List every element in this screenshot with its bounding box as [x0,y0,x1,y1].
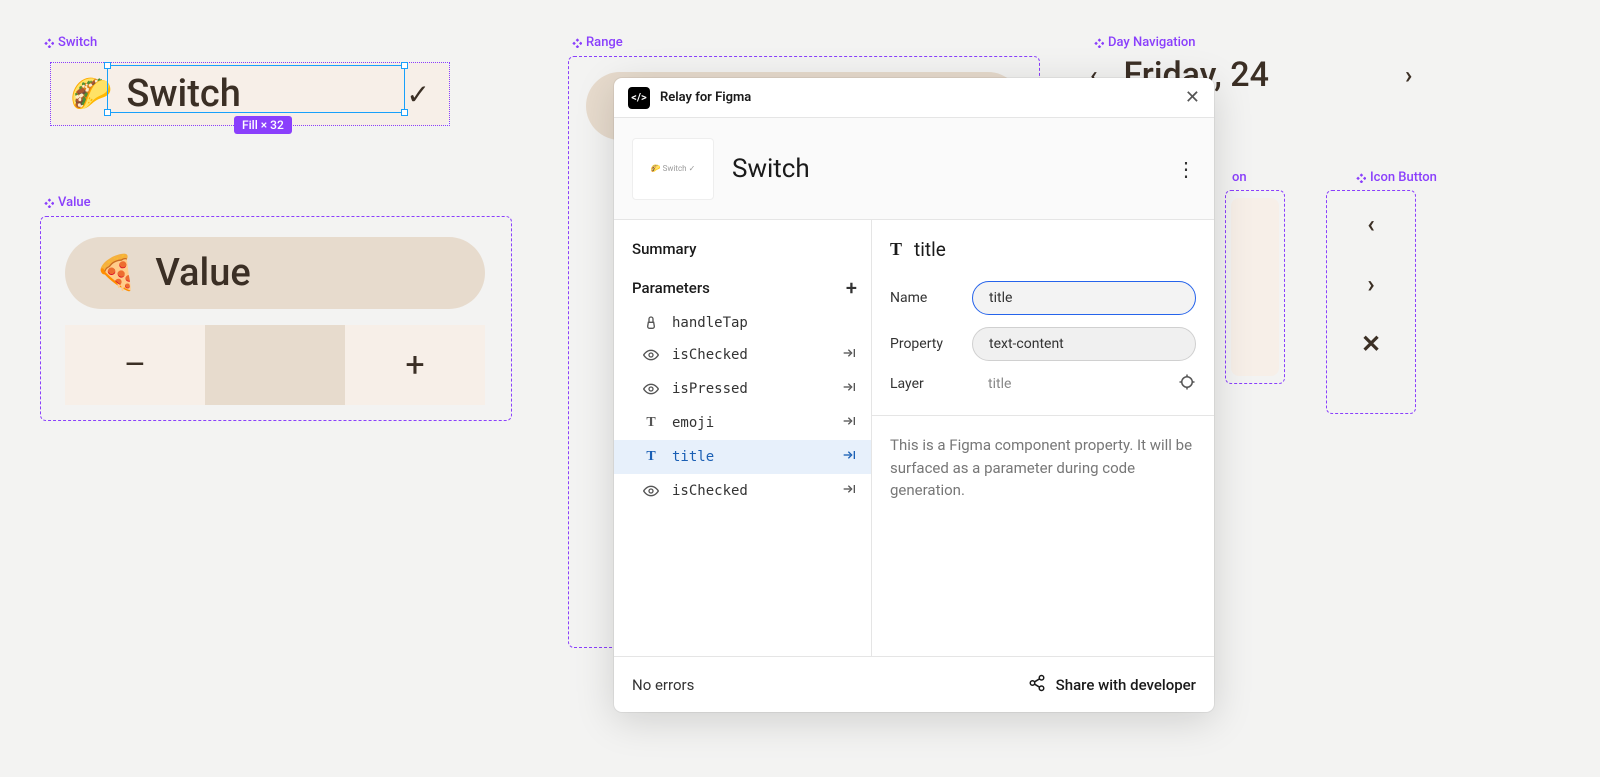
close-icon[interactable]: ✕ [1185,87,1200,108]
component-label-text: Value [58,195,91,210]
parameters-list: handleTapisCheckedisPressedTemojiTtitlei… [614,308,871,508]
panel-left: Summary Parameters + handleTap isChecked i… [614,220,872,656]
component-diamond-icon [1356,173,1366,183]
component-diamond-icon [572,38,582,48]
share-with-developer-button[interactable]: Share with developer [1028,674,1196,696]
parameter-row-handleTap[interactable]: handleTap [614,308,871,338]
close-icon[interactable]: ✕ [1361,330,1381,358]
parameters-header: Parameters + [614,272,871,308]
relay-logo-icon: </> [628,87,650,109]
relay-panel: </> Relay for Figma ✕ 🌮 Switch ✓ Switch … [614,78,1214,712]
text-icon: T [642,415,660,431]
component-label-value[interactable]: Value [44,195,91,210]
parameter-name: handleTap [672,315,857,331]
tap-icon [642,315,660,331]
parameter-name: title [672,449,829,465]
panel-footer: No errors Share with developer [614,656,1214,712]
parameter-row-emoji[interactable]: Temoji [614,406,871,440]
arrow-right-icon [841,379,857,399]
value-emoji: 🍕 [95,253,137,293]
parameter-row-isChecked[interactable]: isChecked [614,474,871,508]
kebab-menu-icon[interactable]: ⋮ [1176,157,1196,181]
arrow-right-icon [841,345,857,365]
stepper-display [205,325,345,405]
component-label-text: Icon Button [1370,170,1437,185]
component-label-text: Switch [58,35,97,50]
value-stepper: – + [65,325,485,405]
parameter-name: isPressed [672,381,829,397]
parameters-label: Parameters [632,279,710,297]
component-diamond-icon [44,198,54,208]
parameter-row-title[interactable]: Ttitle [614,440,871,474]
component-name: Switch [732,154,810,184]
eye-icon [642,483,660,499]
panel-right: T title Name title Property text-content… [872,220,1214,656]
parameter-row-isPressed[interactable]: isPressed [614,372,871,406]
component-diamond-icon [1094,38,1104,48]
component-thumbnail: 🌮 Switch ✓ [632,138,714,200]
arrow-right-icon [841,481,857,501]
decrement-button[interactable]: – [65,325,205,405]
text-icon: T [890,239,902,260]
component-label-range[interactable]: Range [572,35,623,50]
component-label-switch[interactable]: Switch [44,35,97,50]
parameter-name: isChecked [672,347,829,363]
text-icon: T [642,449,660,465]
component-label-day-nav[interactable]: Day Navigation [1094,35,1196,50]
panel-app-title: Relay for Figma [660,90,751,105]
layer-label: Layer [890,376,962,392]
icon-button-column: ‹ › ✕ [1332,200,1410,368]
panel-header: 🌮 Switch ✓ Switch ⋮ [614,118,1214,220]
arrow-right-icon [841,413,857,433]
value-title: Value [155,251,250,295]
switch-title: Switch [126,72,392,116]
parameter-row-isChecked[interactable]: isChecked [614,338,871,372]
eye-icon [642,381,660,397]
parameter-form: T title Name title Property text-content… [872,220,1214,415]
share-icon [1028,674,1046,696]
name-input[interactable]: title [972,281,1196,315]
target-icon[interactable] [1178,373,1196,395]
component-label-text: on [1232,170,1247,185]
value-pill[interactable]: 🍕 Value [65,237,485,309]
arrow-right-icon [841,447,857,467]
eye-icon [642,347,660,363]
component-label-text: Range [586,35,623,50]
share-label: Share with developer [1056,676,1196,694]
parameter-title-text: title [914,238,946,261]
parameter-description: This is a Figma component property. It w… [872,415,1214,656]
layer-value: title [972,376,1168,392]
summary-section[interactable]: Summary [614,234,871,272]
increment-button[interactable]: + [345,325,485,405]
component-label-icon-button-partial[interactable]: on [1232,170,1247,185]
panel-body: Summary Parameters + handleTap isChecked i… [614,220,1214,656]
check-icon: ✓ [407,78,430,111]
parameter-title: T title [890,238,1196,261]
name-label: Name [890,290,962,306]
errors-status[interactable]: No errors [632,676,694,694]
parameter-name: isChecked [672,483,829,499]
component-diamond-icon [44,38,54,48]
property-select[interactable]: text-content [972,327,1196,361]
component-label-text: Day Navigation [1108,35,1196,50]
property-label: Property [890,336,962,352]
component-label-icon-button[interactable]: Icon Button [1356,170,1437,185]
icon-button-bg [1231,198,1279,376]
selection-size-badge: Fill × 32 [234,116,292,134]
chevron-left-icon[interactable]: ‹ [1367,210,1375,238]
chevron-right-icon[interactable]: › [1405,61,1412,89]
parameter-name: emoji [672,415,829,431]
add-parameter-icon[interactable]: + [846,276,857,300]
chevron-right-icon[interactable]: › [1367,270,1374,298]
switch-emoji: 🌮 [70,74,112,114]
panel-titlebar: </> Relay for Figma ✕ [614,78,1214,118]
